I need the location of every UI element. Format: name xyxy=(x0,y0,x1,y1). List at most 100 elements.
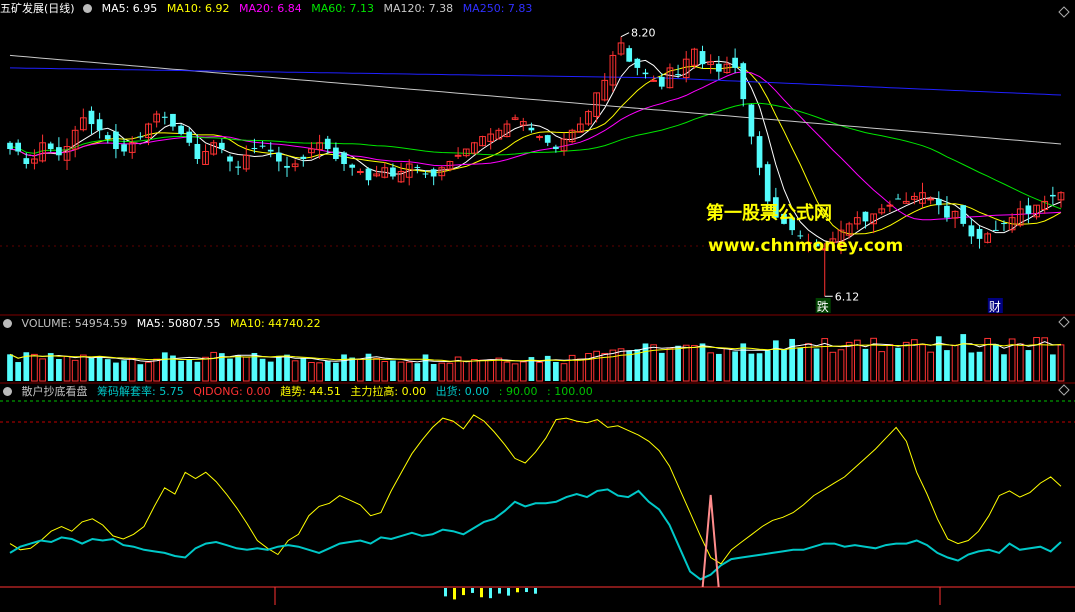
volume-bar xyxy=(202,356,209,382)
trend-line xyxy=(9,414,1062,565)
flow-bar xyxy=(534,588,537,594)
indicator-100-label: : 100.00 xyxy=(547,385,593,398)
volume-bar xyxy=(88,357,95,381)
candle-body xyxy=(324,138,331,150)
candle-body xyxy=(356,170,364,173)
candle-body xyxy=(968,225,975,237)
candle-body xyxy=(390,167,396,177)
candle-body xyxy=(23,158,30,164)
volume-bar xyxy=(617,348,625,382)
volume-bar xyxy=(553,361,559,381)
volume-bar xyxy=(128,357,136,382)
candle-body xyxy=(186,131,193,143)
candle-body xyxy=(1025,205,1032,214)
volume-bar xyxy=(56,358,62,381)
event-marker-die-text: 跌 xyxy=(817,299,829,314)
candle-body xyxy=(194,143,201,160)
candle-body xyxy=(544,135,551,143)
candle-body xyxy=(349,164,356,168)
candle-body xyxy=(284,165,290,168)
volume-bar xyxy=(356,358,364,382)
volume-bar xyxy=(414,363,421,381)
settings-icon[interactable] xyxy=(83,4,93,13)
flow-bar xyxy=(471,588,474,593)
volume-settings-icon[interactable] xyxy=(3,319,12,328)
candle-body xyxy=(454,154,462,157)
volume-bar xyxy=(381,361,389,382)
candle-body xyxy=(15,142,21,152)
volume-bar xyxy=(430,363,437,381)
volume-bar xyxy=(862,348,869,381)
volume-header: VOLUME: 54954.59 MA5: 50807.55 MA10: 447… xyxy=(0,316,327,331)
volume-bar xyxy=(878,351,886,382)
ma120-line xyxy=(9,54,1062,145)
high-price-label: 8.20 xyxy=(631,27,656,40)
candle-body xyxy=(1050,194,1056,197)
flow-bar xyxy=(498,588,501,594)
candle-body xyxy=(715,63,722,72)
ma250-label: MA250: 7.83 xyxy=(462,2,533,15)
volume-bar xyxy=(691,345,698,382)
volume-bar xyxy=(63,355,71,382)
volume-bar xyxy=(756,353,763,381)
volume-bar xyxy=(519,361,527,382)
volume-bar xyxy=(390,360,396,381)
volume-bar xyxy=(781,349,787,381)
flow-bar xyxy=(507,588,510,596)
volume-bar xyxy=(853,339,861,382)
candle-body xyxy=(227,156,233,162)
candle-body xyxy=(365,168,372,181)
panel-diamond-icon xyxy=(1058,384,1070,396)
candle-body xyxy=(104,135,111,140)
volume-bar xyxy=(536,361,543,382)
candle-body xyxy=(259,145,266,147)
indicator-name: 散户抄底看盘 xyxy=(21,385,88,398)
high-marker-line xyxy=(620,32,630,38)
volume-bar xyxy=(104,359,111,381)
candle-body xyxy=(300,156,307,160)
candle-body xyxy=(121,144,127,152)
volume-bar xyxy=(576,358,584,382)
indicator-settings-icon[interactable] xyxy=(3,387,12,396)
indicator-chouma-label: 筹码解套率: 5.75 xyxy=(97,385,184,398)
candle-body xyxy=(650,79,657,82)
stock-title: 五矿发展(日线) xyxy=(0,2,75,15)
ma20-label: MA20: 6.84 xyxy=(239,2,302,15)
volume-bar xyxy=(121,360,127,381)
candle-body xyxy=(658,76,665,87)
candle-body xyxy=(895,198,901,200)
volume-bar xyxy=(919,344,926,382)
ma10-line xyxy=(9,65,1062,235)
candle-body xyxy=(699,51,706,65)
candle-body xyxy=(553,146,559,150)
volume-bar xyxy=(267,361,274,381)
indicator-lift-label: 主力拉高: 0.00 xyxy=(350,385,427,398)
volume-bar xyxy=(397,361,405,382)
volume-bar xyxy=(47,353,54,381)
volume-bar xyxy=(813,348,820,381)
volume-bar xyxy=(821,338,829,382)
candle-body xyxy=(960,205,967,224)
candle-body xyxy=(251,147,258,150)
ma250-line xyxy=(9,67,1062,96)
volume-bar xyxy=(462,360,470,382)
qidong-spike xyxy=(701,494,720,588)
candle-body xyxy=(47,143,54,150)
volume-bar xyxy=(960,334,967,381)
volume-bar xyxy=(772,340,779,381)
volume-bar xyxy=(1001,354,1007,381)
event-marker-cai-text: 财 xyxy=(989,300,1001,314)
indicator-ship-label: 出货: 0.00 xyxy=(435,385,490,398)
volume-bar xyxy=(349,357,356,381)
volume-bar xyxy=(210,351,218,382)
volume-bar xyxy=(976,351,983,381)
volume-bar xyxy=(992,344,999,381)
flow-bar xyxy=(462,588,465,596)
candle-body xyxy=(992,229,999,231)
stock-chart-canvas[interactable]: 8.20 6.12 跌 财 第一股票公式网 www.chnmoney.com xyxy=(0,0,1075,612)
volume-bar xyxy=(805,343,812,382)
candle-body xyxy=(1001,223,1007,225)
candle-body xyxy=(7,142,13,150)
volume-bar xyxy=(585,353,592,382)
candle-body xyxy=(536,136,543,139)
